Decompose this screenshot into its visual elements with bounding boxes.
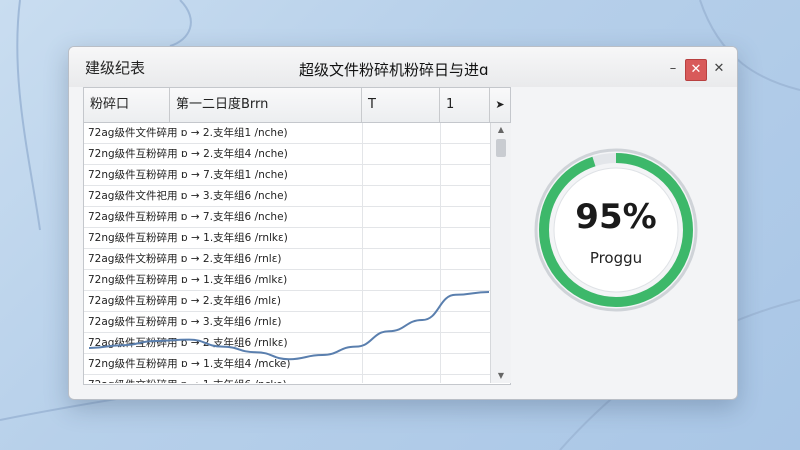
close-button[interactable]: ✕ [709,59,729,79]
row-file-name: 72ng级件互粉碎用 ɒ → 1.支年组6 /mlkɛ) [88,274,288,286]
gauge-label: Proggu [589,249,643,267]
row-divider [362,312,363,332]
row-divider [362,270,363,290]
row-file-name: 72ag级件互粉碎用 ɒ → 2.支年组6 /rnlkɛ) [88,337,288,349]
row-file-name: 72ng级件互粉碎用 ɒ → 2.支年组4 /nche) [88,148,288,160]
table-row[interactable]: 72ag级件互粉碎用 ɒ → 7.支年组6 /nche) [84,207,490,228]
row-file-name: 72ag级件文件祀用 ɒ → 3.支年组6 /nche) [88,190,288,202]
row-divider [440,375,441,383]
file-table: 粉碎口 第一二日度Brrn T 1 ➤ 72ag级件文件碎用 ɒ → 2.支年组… [83,87,511,385]
row-divider [440,312,441,332]
row-divider [362,375,363,383]
table-row[interactable]: 72ng级件互粉碎用 ɒ → 7.支年组1 /nche) [84,165,490,186]
window-title: 超级文件粉碎机粉碎日与进ɑ [299,61,489,79]
table-header: 粉碎口 第一二日度Brrn T 1 ➤ [84,88,510,123]
row-file-name: 72ag级件文粉碎用 ɒ → 2.支年组6 /rnlɛ) [88,253,282,265]
row-divider [440,207,441,227]
row-divider [440,186,441,206]
scroll-thumb[interactable] [496,139,506,157]
column-header-name[interactable]: 第一二日度Brrn [170,88,362,122]
column-header-shred[interactable]: 粉碎口 [84,88,170,122]
row-divider [362,165,363,185]
row-divider [440,354,441,374]
row-divider [440,228,441,248]
gauge-percent: 95% [575,197,657,237]
column-header-t[interactable]: T [362,88,440,122]
close-red-button[interactable]: ✕ [685,59,707,81]
row-file-name: 72ng级件互粉碎用 ɒ → 1.支年组4 /mcke) [88,358,291,370]
table-row[interactable]: 72ag级件互粉碎用 ɒ → 2.支年组6 /mlɛ) [84,291,490,312]
row-divider [362,333,363,353]
table-row[interactable]: 72ag级件文粉碎用 ɒ → 1.支年组6 /ncke) [84,375,490,383]
row-divider [440,291,441,311]
row-file-name: 72ag级件互粉碎用 ɒ → 7.支年组6 /nche) [88,211,288,223]
row-divider [440,165,441,185]
row-divider [362,144,363,164]
app-name: 建级纪表 [85,59,146,77]
row-divider [362,123,363,143]
table-row[interactable]: 72ag级件互粉碎用 ɒ → 3.支年组6 /rnlɛ) [84,312,490,333]
progress-gauge: 95% Proggu [531,145,701,315]
row-file-name: 72ag级件文粉碎用 ɒ → 1.支年组6 /ncke) [88,375,360,383]
table-row[interactable]: 72ng级件互粉碎用 ɒ → 1.支年组4 /mcke) [84,354,490,375]
row-divider [440,144,441,164]
table-row[interactable]: 72ng级件互粉碎用 ɒ → 1.支年组6 /rnlkɛ) [84,228,490,249]
title-bar: 建级纪表 超级文件粉碎机粉碎日与进ɑ – ✕ ✕ [69,47,737,87]
row-file-name: 72ng级件互粉碎用 ɒ → 1.支年组6 /rnlkɛ) [88,232,288,244]
row-file-name: 72ng级件互粉碎用 ɒ → 7.支年组1 /nche) [88,169,288,181]
scroll-up-icon[interactable]: ▲ [491,123,511,137]
table-row[interactable]: 72ng级件互粉碎用 ɒ → 1.支年组6 /mlkɛ) [84,270,490,291]
row-divider [362,249,363,269]
row-file-name: 72ag级件文件碎用 ɒ → 2.支年组1 /nche) [88,127,288,139]
table-body: 72ag级件文件碎用 ɒ → 2.支年组1 /nche) 72ng级件互粉碎用 ɒ… [84,123,490,383]
row-divider [440,270,441,290]
row-file-name: 72ag级件互粉碎用 ɒ → 3.支年组6 /rnlɛ) [88,316,282,328]
table-row[interactable]: 72ag级件互粉碎用 ɒ → 2.支年组6 /rnlkɛ) [84,333,490,354]
row-divider [362,354,363,374]
row-divider [362,228,363,248]
table-row[interactable]: 72ag级件文粉碎用 ɒ → 2.支年组6 /rnlɛ) [84,249,490,270]
row-divider [362,207,363,227]
row-divider [362,186,363,206]
vertical-scrollbar[interactable]: ▲ ▼ [490,123,511,383]
row-divider [362,291,363,311]
column-header-arrow-icon[interactable]: ➤ [490,88,510,122]
column-header-1[interactable]: 1 [440,88,490,122]
app-window: 建级纪表 超级文件粉碎机粉碎日与进ɑ – ✕ ✕ 粉碎口 第一二日度Brrn T… [68,46,738,400]
row-divider [440,249,441,269]
row-file-name: 72ag级件互粉碎用 ɒ → 2.支年组6 /mlɛ) [88,295,281,307]
minimize-button[interactable]: – [663,59,683,79]
row-divider [440,333,441,353]
table-row[interactable]: 72ng级件互粉碎用 ɒ → 2.支年组4 /nche) [84,144,490,165]
table-row[interactable]: 72ag级件文件祀用 ɒ → 3.支年组6 /nche) [84,186,490,207]
table-row[interactable]: 72ag级件文件碎用 ɒ → 2.支年组1 /nche) [84,123,490,144]
scroll-down-icon[interactable]: ▼ [491,369,511,383]
row-divider [440,123,441,143]
